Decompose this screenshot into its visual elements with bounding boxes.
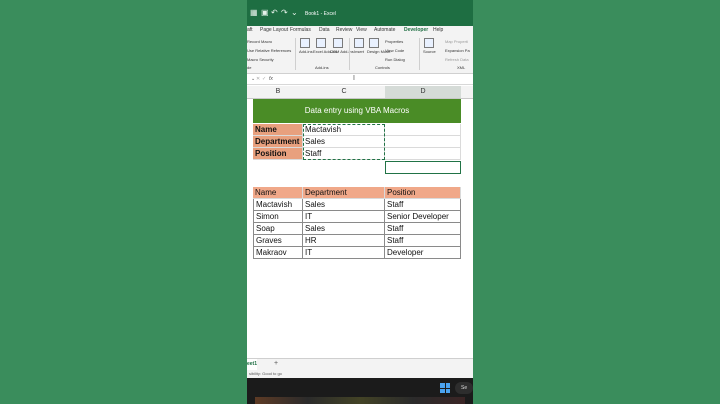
taskbar: Se [247, 378, 473, 404]
macro-security-button[interactable]: Macro Security [247, 57, 274, 62]
tab-automate[interactable]: Automate [374, 26, 395, 35]
controls-group-label: Controls [375, 65, 390, 70]
com-addins-icon [333, 38, 343, 48]
addins-icon [300, 38, 310, 48]
table-header-name[interactable]: Name [253, 187, 303, 199]
table-cell[interactable]: Senior Developer [385, 211, 461, 223]
table-cell[interactable]: Mactavish [253, 199, 303, 211]
ribbon-separator [295, 38, 296, 70]
table-cell[interactable]: IT [303, 211, 385, 223]
table-cell[interactable]: Developer [385, 247, 461, 259]
cancel-entry-icon[interactable]: ✕ [256, 74, 260, 84]
formula-bar: ⌄ ✕ ✓ fx I [247, 74, 473, 85]
table-cell[interactable]: Sales [303, 199, 385, 211]
title-bar: ▦ ▣ ↶ ↷ ⌄ Book1 - Excel [247, 0, 473, 26]
table-header-department[interactable]: Department [303, 187, 385, 199]
excel-window: ▦ ▣ ↶ ↷ ⌄ Book1 - Excel aft Page Layout … [247, 0, 473, 404]
undo-icon[interactable]: ↶ [271, 9, 278, 17]
window-title: Book1 - Excel [305, 11, 336, 17]
status-bar: sibility: Good to go [247, 370, 473, 378]
save-icon[interactable]: ▣ [261, 9, 269, 17]
redo-icon[interactable]: ↷ [281, 9, 288, 17]
design-mode-icon [369, 38, 379, 48]
record-macro-button[interactable]: Record Macro [247, 39, 272, 44]
table-cell[interactable]: Staff [385, 223, 461, 235]
formula-input[interactable] [275, 75, 471, 83]
taskbar-app-strip [255, 397, 465, 404]
insert-function-button[interactable]: fx [269, 74, 273, 84]
table-cell[interactable]: Staff [385, 235, 461, 247]
add-sheet-button[interactable]: + [274, 360, 278, 367]
refresh-data-button[interactable]: Refresh Data [445, 57, 469, 62]
table-cell[interactable]: Simon [253, 211, 303, 223]
taskbar-search[interactable]: Se [455, 382, 473, 394]
table-cell[interactable]: Graves [253, 235, 303, 247]
tab-draft[interactable]: aft [247, 26, 253, 35]
excel-app-icon: ▦ [250, 8, 258, 17]
ribbon-separator [419, 38, 420, 70]
tab-formulas[interactable]: Formulas [290, 26, 311, 35]
expansion-packs-button[interactable]: Expansion Pa [445, 48, 470, 53]
tab-help[interactable]: Help [433, 26, 443, 35]
chevron-down-icon[interactable]: ⌄ [251, 74, 255, 84]
map-properties-button[interactable]: Map Properti [445, 39, 468, 44]
table-cell[interactable]: HR [303, 235, 385, 247]
table-cell[interactable]: IT [303, 247, 385, 259]
view-code-button[interactable]: View Code [385, 48, 404, 53]
excel-addins-icon [316, 38, 326, 48]
table-cell[interactable]: Makraov [253, 247, 303, 259]
active-cell-selection[interactable] [385, 161, 461, 174]
code-group-label: de [247, 65, 252, 70]
column-headers: B C D [247, 86, 473, 99]
run-dialog-button[interactable]: Run Dialog [385, 57, 405, 62]
ribbon: Record Macro Use Relative References Mac… [247, 35, 473, 74]
column-header-c[interactable]: C [303, 86, 385, 98]
title-banner: Data entry using VBA Macros [253, 99, 461, 123]
tab-page-layout[interactable]: Page Layout [260, 26, 288, 35]
xml-source-button[interactable]: Source [423, 49, 436, 54]
relative-references-button[interactable]: Use Relative References [247, 48, 291, 53]
form-label-department[interactable]: Department [253, 136, 303, 148]
xml-group-label: XML [457, 65, 466, 70]
windows-start-icon[interactable] [440, 383, 450, 393]
form-label-position[interactable]: Position [253, 148, 303, 160]
addins-button[interactable]: Add-ins [299, 49, 313, 54]
confirm-entry-icon[interactable]: ✓ [262, 74, 266, 84]
ribbon-tabs: aft Page Layout Formulas Data Review Vie… [247, 26, 473, 36]
accessibility-status[interactable]: sibility: Good to go [249, 371, 282, 376]
properties-button[interactable]: Properties [385, 39, 403, 44]
table-cell[interactable]: Soap [253, 223, 303, 235]
cell[interactable] [385, 124, 461, 136]
insert-control-button[interactable]: Insert [354, 49, 364, 54]
table-cell[interactable]: Sales [303, 223, 385, 235]
ribbon-separator [349, 38, 350, 70]
worksheet-grid[interactable]: Data entry using VBA Macros Name Mactavi… [253, 99, 467, 357]
com-addins-button[interactable]: COM Add-ins [330, 49, 354, 54]
cell[interactable] [385, 148, 461, 160]
tab-data[interactable]: Data [319, 26, 330, 35]
insert-control-icon [354, 38, 364, 48]
addins-group-label: Add-ins [315, 65, 329, 70]
cell[interactable] [385, 136, 461, 148]
text-cursor-icon: I [353, 75, 355, 82]
tab-review[interactable]: Review [336, 26, 352, 35]
form-label-name[interactable]: Name [253, 124, 303, 136]
tab-view[interactable]: View [356, 26, 367, 35]
copy-marquee [303, 124, 385, 160]
taskbar-search-label: Se [461, 385, 468, 391]
column-header-d[interactable]: D [385, 86, 461, 98]
customize-toolbar-icon[interactable]: ⌄ [291, 9, 298, 17]
source-icon [424, 38, 434, 48]
column-header-b[interactable]: B [253, 86, 303, 98]
table-header-position[interactable]: Position [385, 187, 461, 199]
table-cell[interactable]: Staff [385, 199, 461, 211]
